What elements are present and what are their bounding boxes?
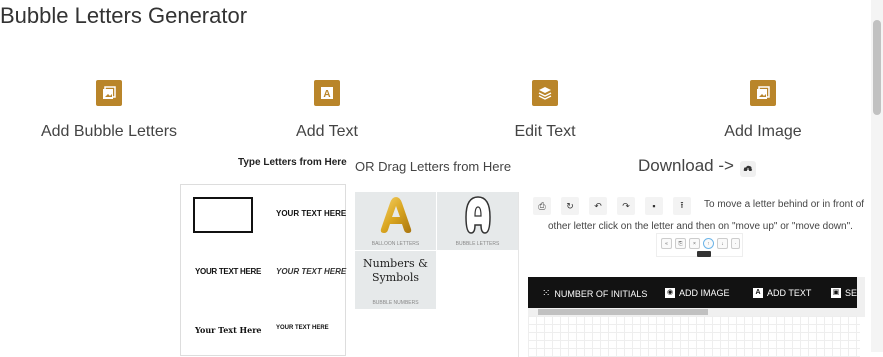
- type-letters-label: Type Letters from Here: [238, 157, 347, 168]
- svg-text:A: A: [323, 89, 330, 100]
- copy-icon[interactable]: ⎘: [675, 238, 686, 249]
- drag-letters-label: OR Drag Letters from Here: [355, 159, 512, 174]
- add-text-icon[interactable]: A: [314, 80, 340, 106]
- canvas-editor: ⁙ NUMBER OF INITIALS ◉ ADD IMAGE A ADD T…: [528, 277, 860, 357]
- bubble-letter-a-icon: [465, 196, 491, 234]
- editor-toolbar: ⁙ NUMBER OF INITIALS ◉ ADD IMAGE A ADD T…: [528, 277, 860, 308]
- editor-horizontal-scrollbar[interactable]: [528, 308, 860, 316]
- text-box-style[interactable]: [193, 197, 253, 233]
- download-label: Download ->: [638, 156, 734, 175]
- cloud-download-icon: [743, 165, 753, 172]
- print-icon: ⎙: [538, 200, 546, 211]
- page-scrollbar-thumb[interactable]: [873, 20, 881, 115]
- step-add-text[interactable]: Add Text: [296, 123, 358, 141]
- upload-button[interactable]: ⭱: [673, 197, 691, 215]
- save-icon: ▪: [652, 201, 656, 211]
- text-styles-panel: YOUR TEXT HERE YOUR TEXT HERE YOUR TEXT …: [180, 184, 346, 356]
- upload-icon: ⭱: [680, 200, 684, 210]
- number-of-initials-button[interactable]: ⁙ NUMBER OF INITIALS: [542, 288, 647, 299]
- add-image-label: ADD IMAGE: [679, 288, 730, 298]
- step-add-bubble-letters[interactable]: Add Bubble Letters: [41, 123, 177, 141]
- layer-hint-line2: other letter click on the letter and the…: [548, 221, 853, 232]
- camera-icon: ◉: [665, 288, 675, 298]
- add-image-icon[interactable]: [750, 80, 776, 106]
- text-style-item[interactable]: YOUR TEXT HERE: [195, 267, 261, 276]
- move-up-tooltip: [697, 251, 711, 257]
- text-style-item[interactable]: YOUR TEXT HERE: [276, 325, 329, 331]
- reset-icon: ↻: [566, 200, 574, 211]
- undo-icon: ↶: [594, 200, 602, 211]
- save-button[interactable]: ▪: [645, 197, 663, 215]
- more-tools-label: SE: [845, 288, 858, 298]
- balloon-letter-a-icon: [380, 197, 412, 233]
- add-text-label: ADD TEXT: [767, 288, 812, 298]
- edit-text-layers-icon[interactable]: [532, 80, 558, 106]
- editor-vertical-scrollbar[interactable]: [857, 277, 865, 317]
- page-title: Bubble Letters Generator: [0, 3, 248, 28]
- grid-icon: ⁙: [542, 288, 551, 299]
- tile-caption: BUBBLE NUMBERS: [372, 300, 419, 306]
- add-bubble-letters-icon[interactable]: [96, 80, 122, 106]
- step-edit-text[interactable]: Edit Text: [514, 123, 575, 141]
- text-style-item[interactable]: YOUR TEXT HERE: [276, 267, 346, 276]
- text-a-icon: A: [753, 288, 763, 298]
- more-tools-button[interactable]: ▣ SE: [831, 288, 857, 298]
- add-text-button[interactable]: A ADD TEXT: [753, 288, 811, 298]
- balloon-letters-tile[interactable]: BALLOON LETTERS: [355, 192, 436, 250]
- step-add-image[interactable]: Add Image: [724, 123, 801, 141]
- text-style-item[interactable]: YOUR TEXT HERE: [276, 209, 346, 218]
- send-back-icon[interactable]: «: [661, 238, 672, 249]
- lock-icon[interactable]: ·: [731, 238, 740, 249]
- layer-hint-line1: To move a letter behind or in front of: [704, 199, 865, 210]
- print-button[interactable]: ⎙: [533, 197, 551, 215]
- bubble-numbers-tile[interactable]: Numbers & Symbols BUBBLE NUMBERS: [355, 251, 436, 309]
- download-button[interactable]: [740, 161, 756, 177]
- reset-button[interactable]: ↻: [561, 197, 579, 215]
- letters-panel: BALLOON LETTERS BUBBLE LETTERS Numbers &…: [355, 192, 519, 357]
- redo-icon: ↷: [622, 200, 630, 211]
- undo-button[interactable]: ↶: [589, 197, 607, 215]
- image-icon: ▣: [831, 288, 841, 298]
- move-down-icon[interactable]: ↓: [717, 238, 728, 249]
- move-up-icon[interactable]: ↑: [703, 238, 714, 249]
- add-image-button[interactable]: ◉ ADD IMAGE: [665, 288, 730, 298]
- text-style-item[interactable]: Your Text Here: [195, 325, 262, 335]
- scrollbar-thumb[interactable]: [538, 309, 708, 315]
- delete-icon[interactable]: ×: [689, 238, 700, 249]
- number-of-initials-label: NUMBER OF INITIALS: [554, 288, 648, 299]
- design-canvas[interactable]: [528, 316, 860, 357]
- redo-button[interactable]: ↷: [617, 197, 635, 215]
- tile-caption: BUBBLE LETTERS: [455, 241, 500, 247]
- numbers-symbols-text: Numbers & Symbols: [363, 257, 428, 284]
- bubble-letters-tile[interactable]: BUBBLE LETTERS: [437, 192, 518, 250]
- tile-caption: BALLOON LETTERS: [371, 241, 420, 247]
